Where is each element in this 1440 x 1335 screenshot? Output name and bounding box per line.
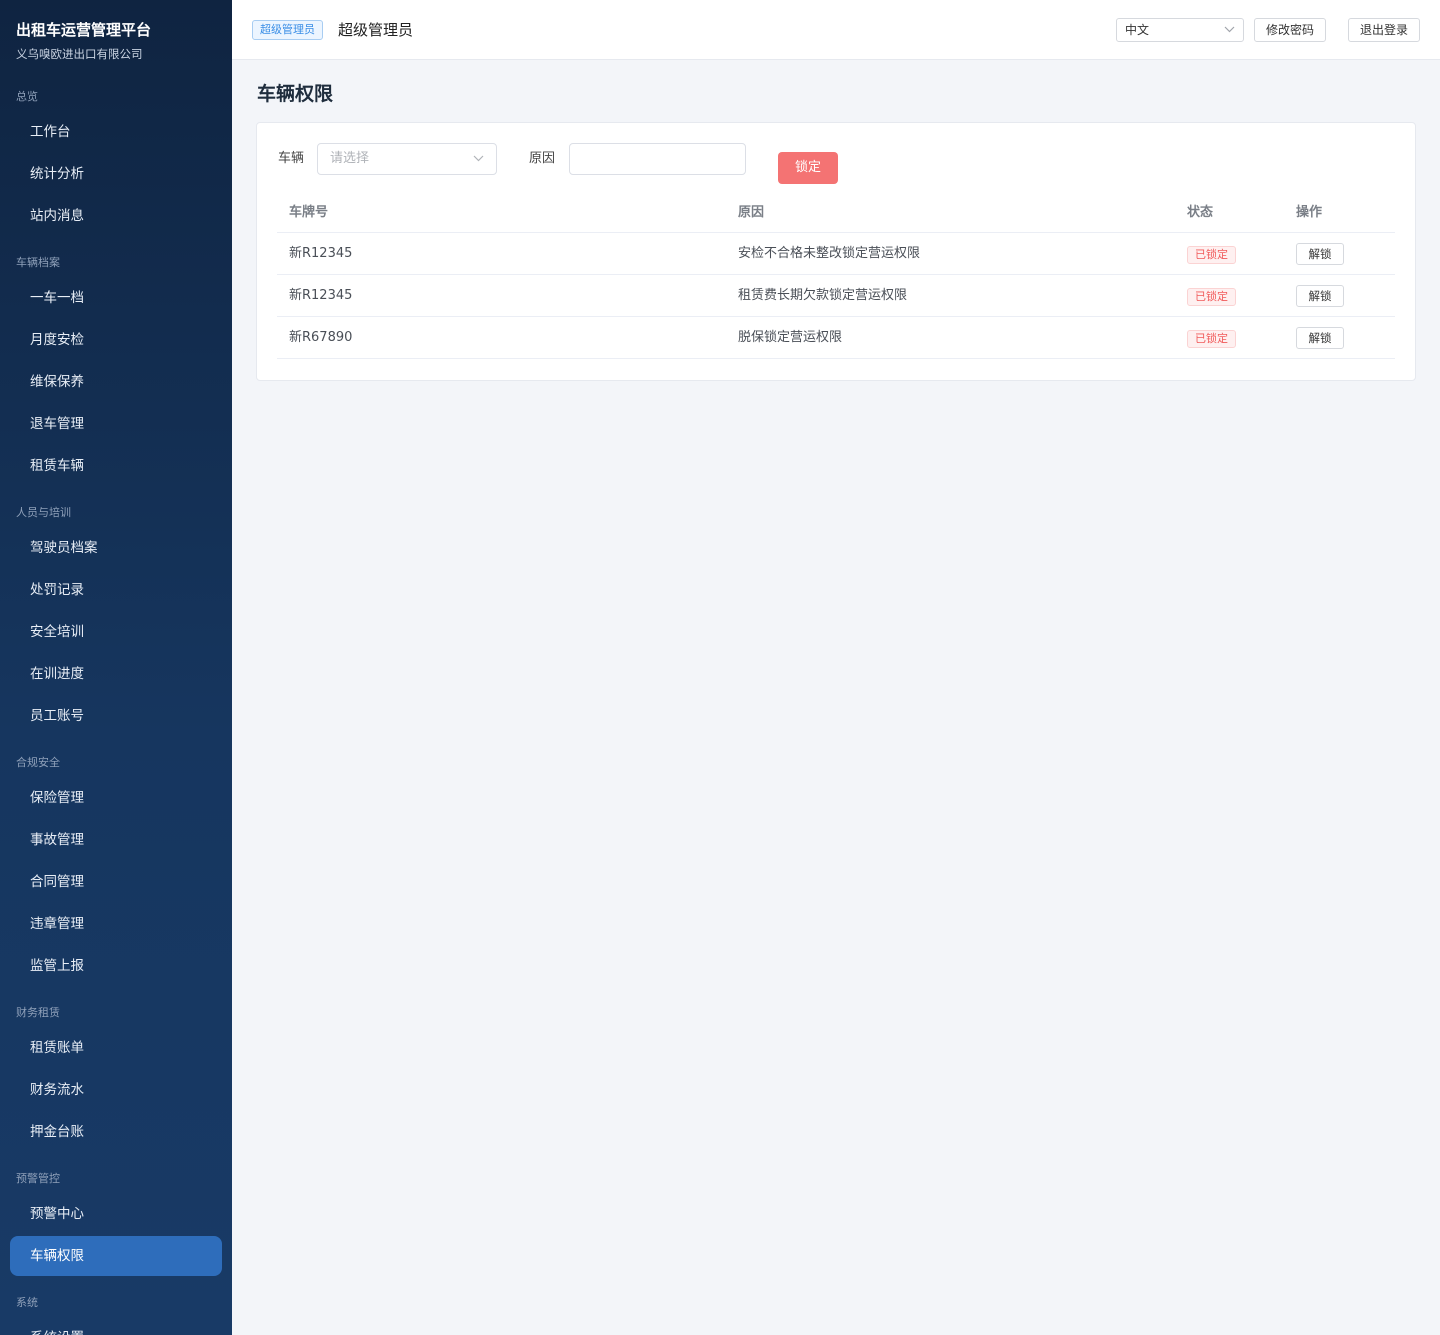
role-name: 超级管理员 (338, 21, 414, 39)
brand: 出租车运营管理平台 义乌嗅欧进出口有限公司 (0, 0, 232, 62)
sidebar-item[interactable]: 预警中心 (10, 1194, 222, 1234)
sidebar-item[interactable]: 监管上报 (10, 946, 222, 986)
sidebar-item[interactable]: 月度安检 (10, 320, 222, 360)
column-header-action: 操作 (1296, 205, 1323, 220)
sidebar-item[interactable]: 财务流水 (10, 1070, 222, 1110)
nav-group-label: 系统 (16, 1296, 38, 1309)
sidebar-item[interactable]: 保险管理 (10, 778, 222, 818)
nav-group-label: 总览 (16, 90, 38, 103)
sidebar-item[interactable]: 安全培训 (10, 612, 222, 652)
reason-label: 原因 (529, 151, 556, 166)
sidebar-item[interactable]: 维保保养 (10, 362, 222, 402)
sidebar-item[interactable]: 统计分析 (10, 154, 222, 194)
sidebar-item[interactable]: 系统设置 (10, 1318, 222, 1335)
reason-cell: 脱保锁定营运权限 (738, 330, 843, 345)
reason-cell: 安检不合格未整改锁定营运权限 (738, 246, 921, 261)
role-badge: 超级管理员 (252, 20, 323, 40)
sidebar-item[interactable]: 合同管理 (10, 862, 222, 902)
sidebar-item[interactable]: 违章管理 (10, 904, 222, 944)
table-row: 新R12345 安检不合格未整改锁定营运权限 已锁定 解锁 (277, 233, 1395, 275)
brand-subtitle: 义乌嗅欧进出口有限公司 (16, 47, 143, 61)
plate-cell: 新R67890 (289, 330, 353, 345)
table-row: 新R12345 租赁费长期欠款锁定营运权限 已锁定 解锁 (277, 275, 1395, 317)
sidebar-item[interactable]: 工作台 (10, 112, 222, 152)
plate-cell: 新R12345 (289, 288, 353, 303)
language-value: 中文 (1125, 23, 1150, 37)
sidebar-item[interactable]: 事故管理 (10, 820, 222, 860)
column-header-reason: 原因 (738, 205, 765, 220)
sidebar-item[interactable]: 退车管理 (10, 404, 222, 444)
status-badge: 已锁定 (1187, 288, 1236, 306)
nav-group-label: 人员与培训 (16, 506, 71, 519)
top-header: 超级管理员 超级管理员 中文 修改密码 退出登录 (232, 0, 1440, 60)
status-badge: 已锁定 (1187, 246, 1236, 264)
sidebar: 出租车运营管理平台 义乌嗅欧进出口有限公司 总览工作台 统计分析 站内消息车辆档案一… (0, 0, 232, 1335)
permission-table: 车牌号 原因 状态 操作 新R12345 安检不合格未整改锁定营运权限 已锁定 … (277, 193, 1395, 359)
sidebar-item[interactable]: 处罚记录 (10, 570, 222, 610)
sidebar-item[interactable]: 在训进度 (10, 654, 222, 694)
sidebar-item[interactable]: 租赁账单 (10, 1028, 222, 1068)
nav-group-label: 财务租赁 (16, 1006, 60, 1019)
language-select[interactable]: 中文 (1116, 18, 1244, 42)
vehicle-select-placeholder: 请选择 (330, 151, 370, 166)
sidebar-item[interactable]: 租赁车辆 (10, 446, 222, 486)
vehicle-select[interactable]: 请选择 (317, 143, 497, 175)
reason-cell: 租赁费长期欠款锁定营运权限 (738, 288, 908, 303)
unlock-button[interactable]: 解锁 (1296, 243, 1344, 265)
column-header-plate: 车牌号 (289, 205, 329, 220)
brand-title: 出租车运营管理平台 (16, 21, 152, 39)
sidebar-item[interactable]: 车辆权限 (10, 1236, 222, 1276)
nav-group-label: 车辆档案 (16, 256, 60, 269)
sidebar-item[interactable]: 站内消息 (10, 196, 222, 236)
sidebar-item[interactable]: 员工账号 (10, 696, 222, 736)
vehicle-permission-card: 车辆 请选择 原因 锁定 车牌号 原因 状态 操作 新R12345 安检不合格未… (256, 122, 1416, 381)
table-header: 车牌号 原因 状态 操作 (277, 193, 1395, 233)
sidebar-item[interactable]: 一车一档 (10, 278, 222, 318)
reason-input[interactable] (569, 143, 746, 175)
unlock-button[interactable]: 解锁 (1296, 327, 1344, 349)
chevron-down-icon (1224, 19, 1235, 50)
status-badge: 已锁定 (1187, 330, 1236, 348)
table-row: 新R67890 脱保锁定营运权限 已锁定 解锁 (277, 317, 1395, 359)
logout-button[interactable]: 退出登录 (1348, 18, 1421, 42)
change-password-button[interactable]: 修改密码 (1254, 18, 1327, 42)
sidebar-item[interactable]: 押金台账 (10, 1112, 222, 1152)
page-title: 车辆权限 (257, 83, 334, 105)
chevron-down-icon (473, 144, 484, 187)
sidebar-item[interactable]: 驾驶员档案 (10, 528, 222, 568)
nav-group-label: 预警管控 (16, 1172, 60, 1185)
unlock-button[interactable]: 解锁 (1296, 285, 1344, 307)
lock-button[interactable]: 锁定 (778, 152, 838, 184)
plate-cell: 新R12345 (289, 246, 353, 261)
sidebar-nav: 总览工作台 统计分析 站内消息车辆档案一车一档 月度安检 维保保养 退车管理 租赁车辆人员与… (0, 62, 232, 1335)
nav-group-label: 合规安全 (16, 756, 60, 769)
column-header-status: 状态 (1187, 205, 1214, 220)
vehicle-label: 车辆 (278, 151, 305, 166)
